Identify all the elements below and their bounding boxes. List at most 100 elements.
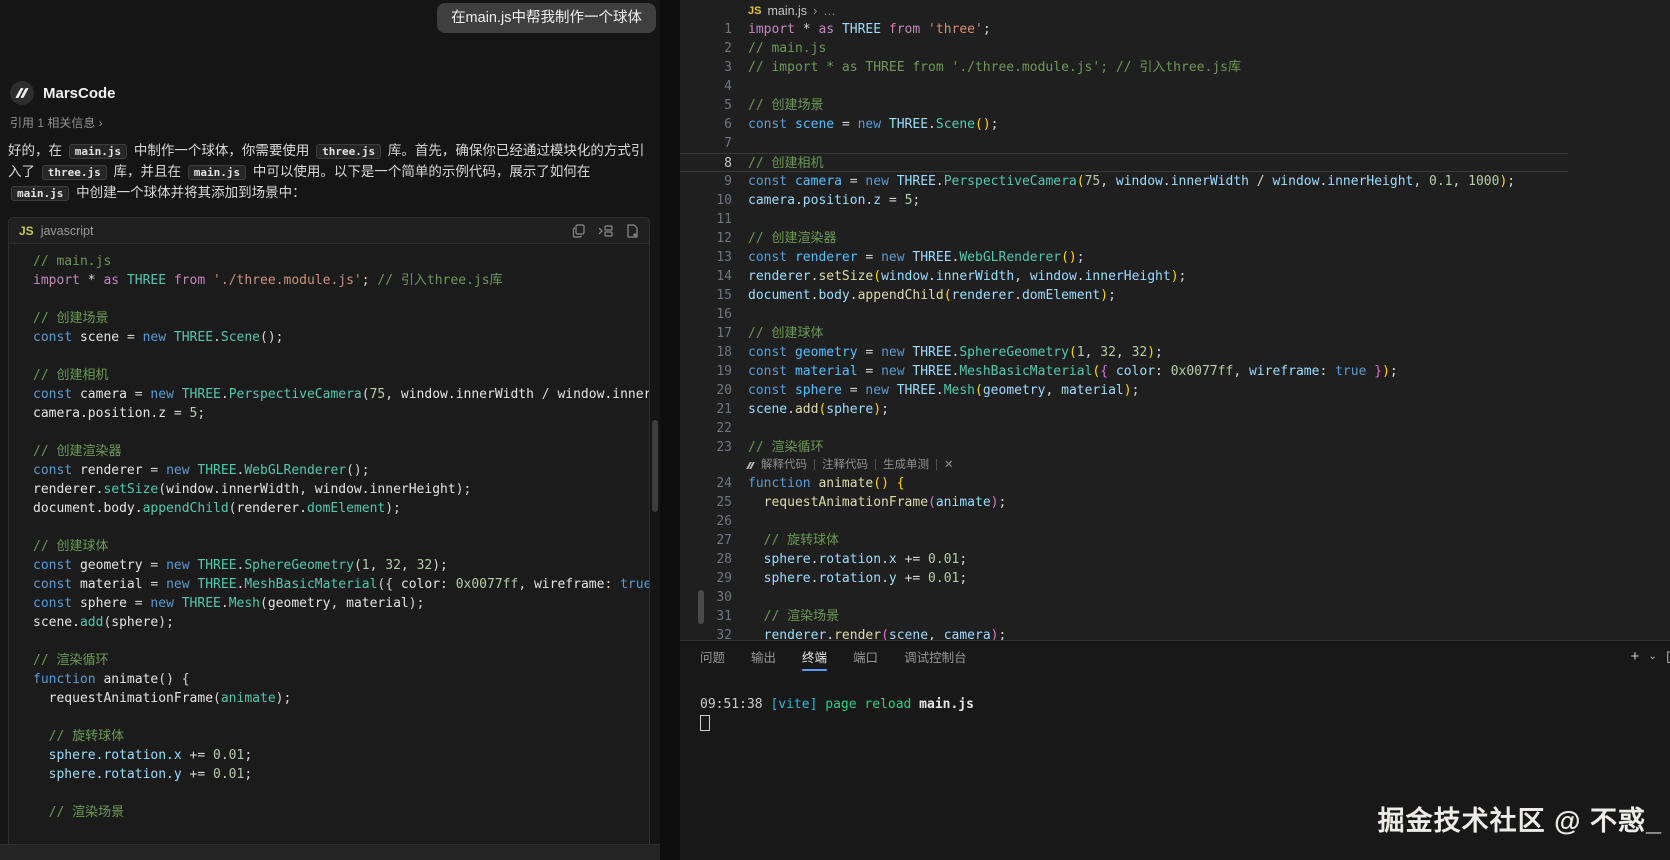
editor-code-line[interactable]: 4	[680, 77, 1568, 96]
editor-code-line[interactable]: 2 // main.js	[680, 39, 1568, 58]
editor-code-line[interactable]: 16	[680, 305, 1568, 324]
terminal-tab-输出[interactable]: 输出	[751, 641, 776, 675]
terminal-tab-终端[interactable]: 终端	[802, 641, 828, 675]
code-token: requestAnimationFrame	[48, 691, 214, 706]
editor-code-line[interactable]: 32 renderer.render(scene, camera);	[680, 626, 1568, 640]
code-token: (	[943, 288, 952, 303]
editor-code-line[interactable]: 7	[680, 134, 1568, 153]
line-content	[732, 134, 748, 153]
code-token: sphere	[763, 552, 811, 567]
code-token: Mesh	[943, 383, 976, 398]
editor-code-line[interactable]: 22	[680, 419, 1568, 438]
code-token: window	[881, 269, 929, 284]
line-content: // 渲染循环	[732, 438, 823, 457]
editor-code-line[interactable]: 30	[680, 588, 1568, 607]
code-token: ;	[197, 406, 206, 421]
editor-code-line[interactable]: 20 const sphere = new THREE.Mesh(geometry…	[680, 381, 1568, 400]
code-token: true	[1335, 364, 1367, 379]
panel-divider[interactable]	[660, 0, 680, 860]
code-token: new	[142, 330, 174, 345]
split-panel-icon[interactable]: ◫	[1666, 647, 1670, 667]
terminal-tab-调试控制台[interactable]: 调试控制台	[904, 641, 967, 675]
codelens-close-icon[interactable]: ✕	[944, 457, 954, 474]
editor-code-line[interactable]: 29 sphere.rotation.y += 0.01;	[680, 569, 1568, 588]
editor-code-line[interactable]: 14 renderer.setSize(window.innerWidth, wi…	[680, 267, 1568, 286]
editor-code-line[interactable]: 27 // 旋转球体	[680, 531, 1568, 550]
line-content: document.body.appendChild(renderer.domEl…	[732, 286, 1116, 305]
codelens-action-1[interactable]: 注释代码	[822, 457, 868, 474]
editor-code-line[interactable]: 31 // 渲染场景	[680, 607, 1568, 626]
editor-code-line[interactable]: 26	[680, 512, 1568, 531]
chat-code-line: // 旋转球体	[33, 727, 649, 746]
code-token: scene	[794, 117, 842, 132]
editor-code-line[interactable]: 12 // 创建渲染器	[680, 229, 1568, 248]
editor-code-line[interactable]: 21 scene.add(sphere);	[680, 400, 1568, 419]
chat-code-line: import * as THREE from './three.module.j…	[33, 271, 649, 290]
editor-code-line[interactable]: 25 requestAnimationFrame(animate);	[680, 493, 1568, 512]
message-text: 中制作一个球体，你需要使用	[130, 143, 314, 158]
editor-code-line[interactable]: 5 // 创建场景	[680, 96, 1568, 115]
chat-code-line: renderer.setSize(window.innerWidth, wind…	[33, 480, 649, 499]
line-content: // 渲染场景	[732, 607, 840, 626]
editor-code-line[interactable]: 8 // 创建相机	[680, 153, 1568, 172]
codelens-action-0[interactable]: 解释代码	[761, 457, 807, 474]
code-token: new	[166, 577, 198, 592]
editor-code-line[interactable]: 15 document.body.appendChild(renderer.dom…	[680, 286, 1568, 305]
line-number: 21	[716, 402, 732, 417]
code-token: sphere	[826, 402, 874, 417]
chat-code-line	[33, 518, 649, 537]
line-number: 29	[716, 571, 732, 586]
code-token: PerspectiveCamera	[943, 174, 1077, 189]
copy-icon[interactable]	[572, 223, 586, 238]
editor-code-line[interactable]: 28 sphere.rotation.x += 0.01;	[680, 550, 1568, 569]
editor-scrollbar-thumb[interactable]	[698, 590, 704, 624]
editor-code-line[interactable]: 13 const renderer = new THREE.WebGLRender…	[680, 248, 1568, 267]
codelens-action-2[interactable]: 生成单测	[883, 457, 929, 474]
code-token: ;	[1155, 345, 1163, 360]
chat-input-area[interactable]	[0, 844, 660, 860]
code-token: './three.module.js'	[213, 273, 362, 288]
terminal-tab-bar: 问题 输出 终端 端口 调试控制台	[700, 641, 967, 675]
inline-code-chip: main.js	[187, 165, 247, 180]
editor-code-line[interactable]: 11	[680, 210, 1568, 229]
editor-code-line[interactable]: 24 function animate() {	[680, 474, 1568, 493]
citation-link[interactable]: 引用 1 相关信息 ›	[10, 114, 103, 131]
terminal-tab-端口[interactable]: 端口	[853, 641, 878, 675]
code-token: wireframe	[533, 577, 605, 592]
plus-icon[interactable]: +	[1631, 647, 1640, 667]
editor-code-line[interactable]: 23 // 渲染循环	[680, 438, 1568, 457]
terminal-tab-问题[interactable]: 问题	[700, 641, 725, 675]
editor-code-line[interactable]: 18 const geometry = new THREE.SphereGeome…	[680, 343, 1568, 362]
chat-scrollbar-thumb[interactable]	[652, 420, 658, 512]
code-token: (	[873, 269, 882, 284]
editor-code-line[interactable]: 1 import * as THREE from 'three';	[680, 20, 1568, 39]
code-token: new	[865, 174, 897, 189]
insert-into-editor-icon[interactable]	[598, 224, 613, 238]
line-number: 9	[724, 174, 732, 189]
terminal-actions: + ⌄ ◫	[1631, 647, 1670, 667]
code-token: .	[881, 571, 889, 586]
editor-code-line[interactable]: 19 const material = new THREE.MeshBasicMa…	[680, 362, 1568, 381]
editor-code-line[interactable]: 17 // 创建球体	[680, 324, 1568, 343]
create-file-icon[interactable]	[625, 223, 639, 238]
editor-code-line[interactable]: 10 camera.position.z = 5;	[680, 191, 1568, 210]
code-token: innerHeight	[1327, 174, 1414, 189]
code-token: window.innerWidth	[166, 482, 300, 497]
line-number: 20	[716, 383, 732, 398]
editor-code-line[interactable]: 3 // import * as THREE from './three.modu…	[680, 58, 1568, 77]
line-content: renderer.setSize(window.innerWidth, wind…	[732, 267, 1186, 286]
message-text: 好的，在	[8, 143, 66, 158]
chevron-down-icon[interactable]: ⌄	[1648, 647, 1656, 667]
code-token: renderer.	[236, 501, 307, 516]
editor-code-line[interactable]: 6 const scene = new THREE.Scene();	[680, 115, 1568, 134]
code-token: domElement	[1021, 288, 1101, 303]
chat-code-line: sphere.rotation.x += 0.01;	[33, 746, 649, 765]
code-token: ({	[377, 577, 401, 592]
editor-code-line[interactable]: 9 const camera = new THREE.PerspectiveCam…	[680, 172, 1568, 191]
chat-code-line: // 渲染场景	[33, 803, 649, 822]
editor-code-area[interactable]: 1 import * as THREE from 'three'; 2// main…	[680, 0, 1568, 640]
code-token: document	[748, 288, 811, 303]
code-token: x	[888, 552, 905, 567]
code-token: 75	[1084, 174, 1101, 189]
